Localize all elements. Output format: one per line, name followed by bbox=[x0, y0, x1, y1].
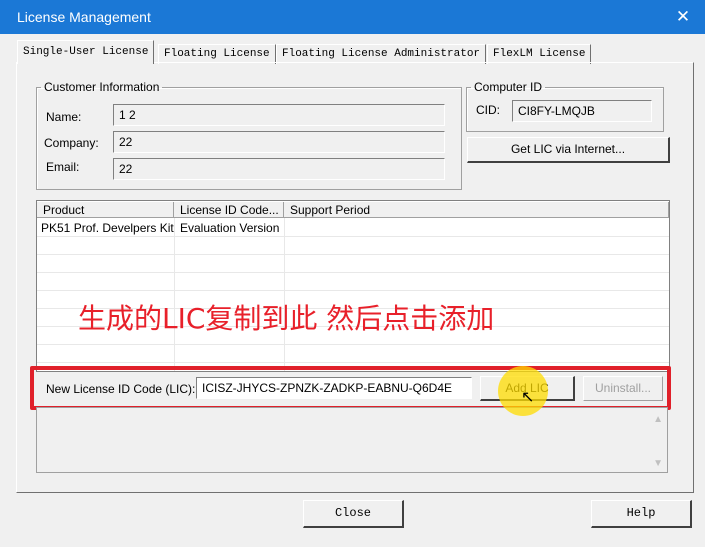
license-management-window: License Management ✕ Single-User License… bbox=[0, 0, 705, 547]
email-field[interactable]: 22 bbox=[113, 158, 445, 180]
tab-flexlm-license[interactable]: FlexLM License bbox=[487, 44, 592, 64]
close-button[interactable]: Close bbox=[303, 500, 404, 528]
computer-id-legend: Computer ID bbox=[474, 80, 543, 94]
tab-floating-license-administrator[interactable]: Floating License Administrator bbox=[276, 44, 487, 64]
tab-floating-license[interactable]: Floating License bbox=[158, 44, 276, 64]
email-label: Email: bbox=[46, 160, 80, 174]
company-field[interactable]: 22 bbox=[113, 131, 445, 153]
cid-label: CID: bbox=[476, 103, 500, 117]
license-id-cell: Evaluation Version bbox=[180, 221, 280, 235]
window-title: License Management bbox=[17, 9, 151, 25]
license-list[interactable]: Product License ID Code... Support Perio… bbox=[36, 200, 670, 372]
empty-row bbox=[37, 345, 669, 363]
column-header-support-period[interactable]: Support Period bbox=[284, 202, 669, 218]
empty-row bbox=[37, 273, 669, 291]
message-area: ▲ ▼ bbox=[36, 407, 668, 473]
list-header: Product License ID Code... Support Perio… bbox=[37, 202, 669, 219]
scroll-down-icon[interactable]: ▼ bbox=[653, 458, 663, 469]
cid-field: CI8FY-LMQJB bbox=[512, 100, 652, 122]
list-item[interactable]: PK51 Prof. Develpers Kit Evaluation Vers… bbox=[37, 219, 669, 237]
column-header-license-id-code[interactable]: License ID Code... bbox=[174, 202, 284, 218]
mouse-pointer-icon: ↖ bbox=[521, 389, 535, 406]
empty-row bbox=[37, 255, 669, 273]
product-cell: PK51 Prof. Develpers Kit bbox=[41, 221, 174, 235]
help-button[interactable]: Help bbox=[591, 500, 692, 528]
column-header-product[interactable]: Product bbox=[37, 202, 174, 218]
close-icon[interactable]: ✕ bbox=[661, 0, 705, 34]
empty-row bbox=[37, 237, 669, 255]
get-lic-via-internet-button[interactable]: Get LIC via Internet... bbox=[467, 137, 670, 163]
company-label: Company: bbox=[44, 136, 99, 150]
tab-single-user-license[interactable]: Single-User License bbox=[17, 40, 155, 64]
name-field[interactable]: 1 2 bbox=[113, 104, 445, 126]
customer-information-legend: Customer Information bbox=[44, 80, 160, 94]
name-label: Name: bbox=[46, 110, 82, 124]
annotation-text: 生成的LIC复制到此 然后点击添加 bbox=[78, 302, 495, 335]
title-bar: License Management ✕ bbox=[0, 0, 705, 34]
highlight-box bbox=[30, 366, 671, 410]
scroll-up-icon[interactable]: ▲ bbox=[653, 414, 663, 425]
